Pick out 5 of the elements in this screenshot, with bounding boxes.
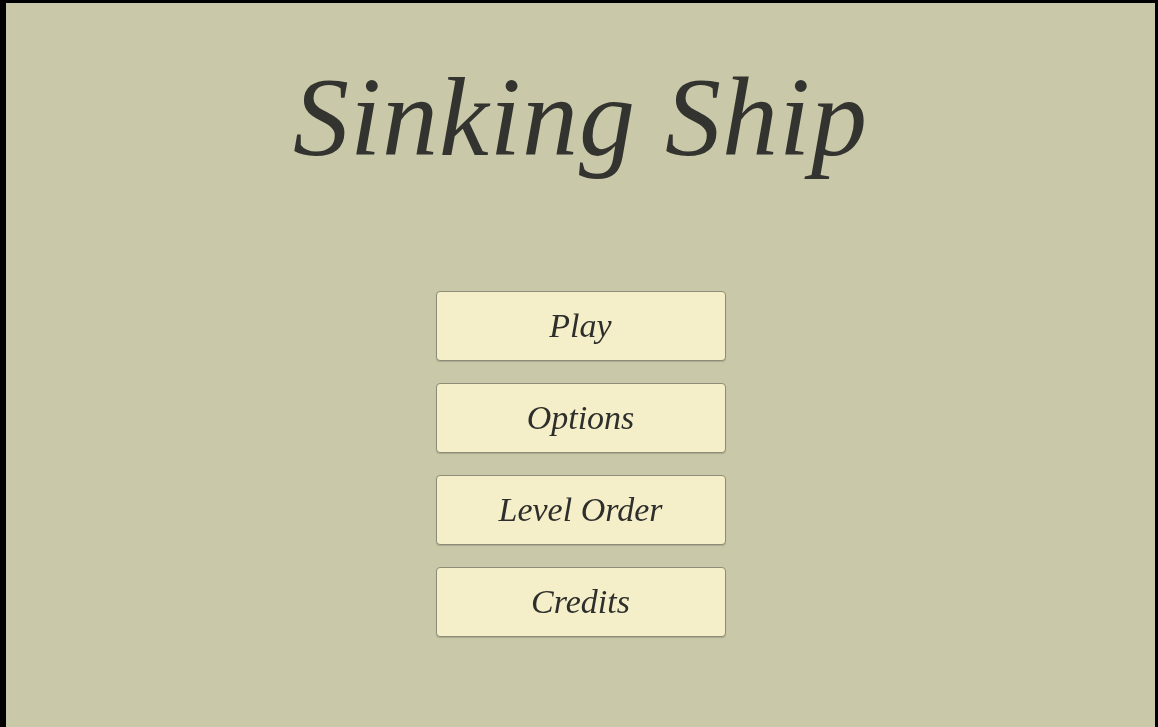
menu-button[interactable]: Credits (435, 566, 726, 637)
game-title: Sinking Ship (292, 54, 869, 181)
menu-button[interactable]: Options (435, 382, 726, 453)
menu-button[interactable]: Level Order (435, 474, 726, 545)
menu-button[interactable]: Play (435, 290, 726, 361)
